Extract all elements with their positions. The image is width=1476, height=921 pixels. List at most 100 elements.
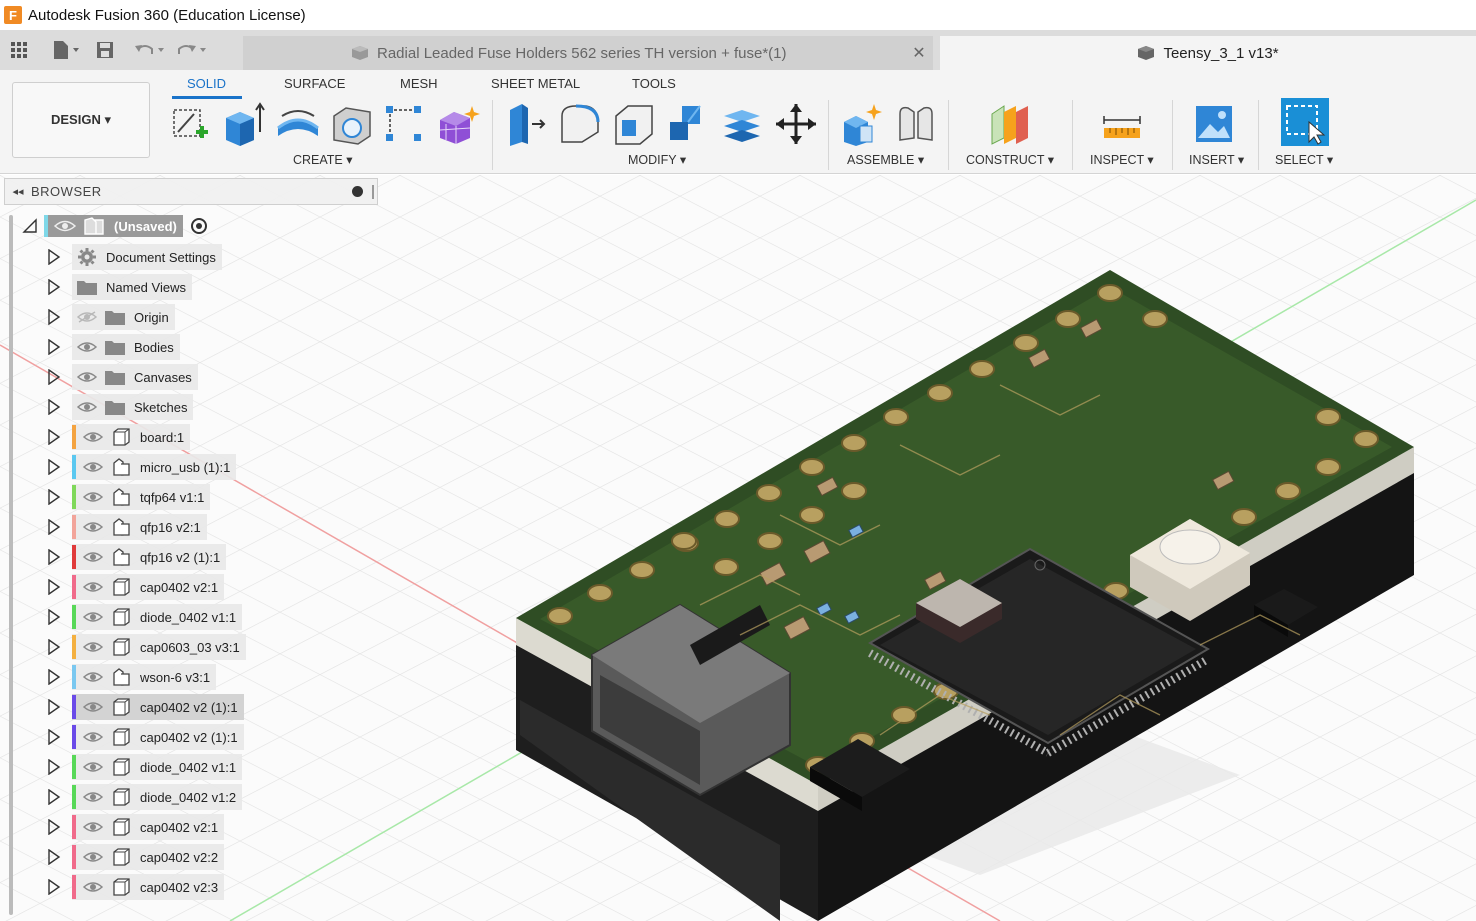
redo-icon[interactable]: [174, 35, 210, 65]
eye-icon[interactable]: [82, 609, 104, 625]
expand-triangle-icon[interactable]: [44, 697, 64, 717]
browser-node[interactable]: board:1: [72, 424, 191, 450]
expand-triangle-icon[interactable]: [44, 787, 64, 807]
browser-node[interactable]: cap0402 v2 (1):1: [72, 694, 244, 720]
expand-triangle-icon[interactable]: [44, 397, 64, 417]
collapse-panel-icon[interactable]: ◂◂: [5, 185, 31, 198]
create-sketch-icon[interactable]: [168, 102, 212, 146]
expand-triangle-icon[interactable]: [44, 847, 64, 867]
browser-node[interactable]: cap0402 v2:3: [72, 874, 225, 900]
minimize-panel-icon[interactable]: [352, 186, 363, 197]
browser-tree-row[interactable]: cap0402 v2 (1):1: [44, 724, 244, 750]
create-group-label[interactable]: CREATE ▾: [293, 152, 353, 167]
save-icon[interactable]: [90, 35, 120, 65]
browser-tree-row[interactable]: cap0402 v2:1: [44, 574, 225, 600]
browser-node[interactable]: qfp16 v2 (1):1: [72, 544, 227, 570]
expand-triangle-icon[interactable]: [44, 247, 64, 267]
expand-triangle-icon[interactable]: [44, 607, 64, 627]
expand-triangle-icon[interactable]: [44, 517, 64, 537]
rectangular-pattern-icon[interactable]: [382, 102, 426, 146]
browser-tree-row[interactable]: Origin: [44, 304, 175, 330]
browser-tree-row[interactable]: Document Settings: [44, 244, 222, 270]
combine-icon[interactable]: [666, 102, 710, 146]
select-group-label[interactable]: SELECT ▾: [1275, 152, 1333, 167]
shell-icon[interactable]: [330, 102, 374, 146]
eye-icon[interactable]: [82, 789, 104, 805]
expand-triangle-icon[interactable]: [44, 367, 64, 387]
eye-icon[interactable]: [82, 519, 104, 535]
eye-icon[interactable]: [82, 639, 104, 655]
browser-tree-row[interactable]: cap0402 v2:2: [44, 844, 225, 870]
eye-icon[interactable]: [54, 219, 76, 233]
browser-tree-row[interactable]: tqfp64 v1:1: [44, 484, 211, 510]
expand-triangle-icon[interactable]: [44, 637, 64, 657]
measure-icon[interactable]: [1100, 102, 1144, 146]
expand-triangle-icon[interactable]: [44, 727, 64, 747]
tab-mesh[interactable]: MESH: [400, 76, 438, 91]
browser-node[interactable]: cap0603_03 v3:1: [72, 634, 246, 660]
browser-node[interactable]: wson-6 v3:1: [72, 664, 217, 690]
eye-icon[interactable]: [82, 429, 104, 445]
eye-icon[interactable]: [76, 369, 98, 385]
browser-tree-row[interactable]: cap0402 v2:3: [44, 874, 225, 900]
eye-icon[interactable]: [82, 669, 104, 685]
browser-node[interactable]: tqfp64 v1:1: [72, 484, 211, 510]
document-tab-teensy[interactable]: Teensy_3_1 v13*: [940, 36, 1476, 70]
expand-triangle-icon[interactable]: [44, 457, 64, 477]
browser-node[interactable]: cap0402 v2:1: [72, 814, 225, 840]
close-tab-icon[interactable]: ✕: [905, 43, 933, 63]
expand-triangle-icon[interactable]: [44, 307, 64, 327]
eye-icon[interactable]: [82, 549, 104, 565]
browser-node[interactable]: cap0402 v2:1: [72, 574, 225, 600]
browser-tree-row[interactable]: diode_0402 v1:2: [44, 784, 243, 810]
activate-radio-icon[interactable]: [190, 218, 207, 234]
joint-icon[interactable]: [894, 102, 938, 146]
eye-icon[interactable]: [82, 699, 104, 715]
browser-node[interactable]: Sketches: [72, 394, 194, 420]
eye-icon[interactable]: [82, 879, 104, 895]
browser-node[interactable]: cap0402 v2:2: [72, 844, 225, 870]
create-form-icon[interactable]: [436, 102, 480, 146]
browser-node[interactable]: diode_0402 v1:2: [72, 784, 243, 810]
browser-node[interactable]: Document Settings: [72, 244, 222, 270]
browser-tree-row[interactable]: board:1: [44, 424, 191, 450]
browser-tree-row[interactable]: cap0402 v2 (1):1: [44, 694, 244, 720]
browser-tree-row[interactable]: diode_0402 v1:1: [44, 754, 243, 780]
move-copy-icon[interactable]: [774, 102, 818, 146]
inspect-group-label[interactable]: INSPECT ▾: [1090, 152, 1154, 167]
eye-icon[interactable]: [82, 759, 104, 775]
file-menu-icon[interactable]: [48, 35, 84, 65]
expand-triangle-icon[interactable]: [44, 427, 64, 447]
browser-node[interactable]: cap0402 v2 (1):1: [72, 724, 244, 750]
eye-icon[interactable]: [82, 489, 104, 505]
tab-surface[interactable]: SURFACE: [284, 76, 345, 91]
select-window-icon[interactable]: [1281, 98, 1329, 146]
new-component-icon[interactable]: [840, 102, 884, 146]
browser-tree-row[interactable]: cap0603_03 v3:1: [44, 634, 246, 660]
expand-triangle-icon[interactable]: [44, 877, 64, 897]
undo-icon[interactable]: [132, 35, 168, 65]
expand-triangle-icon[interactable]: [44, 817, 64, 837]
eye-icon[interactable]: [82, 819, 104, 835]
browser-node[interactable]: Named Views: [72, 274, 192, 300]
browser-node[interactable]: diode_0402 v1:1: [72, 754, 243, 780]
tab-solid[interactable]: SOLID: [187, 76, 226, 91]
expand-triangle-icon[interactable]: [44, 277, 64, 297]
browser-tree-row[interactable]: Named Views: [44, 274, 192, 300]
browser-tree-row[interactable]: Sketches: [44, 394, 194, 420]
browser-node[interactable]: Bodies: [72, 334, 180, 360]
browser-tree-row[interactable]: cap0402 v2:1: [44, 814, 225, 840]
browser-node[interactable]: Origin: [72, 304, 175, 330]
expand-triangle-icon[interactable]: [44, 667, 64, 687]
fillet-icon[interactable]: [558, 102, 602, 146]
eye-icon[interactable]: [76, 399, 98, 415]
expand-triangle-icon[interactable]: [44, 337, 64, 357]
expand-triangle-icon[interactable]: [44, 547, 64, 567]
eye-icon[interactable]: [82, 459, 104, 475]
browser-tree-row[interactable]: diode_0402 v1:1: [44, 604, 243, 630]
data-panel-grid-icon[interactable]: [4, 35, 34, 65]
insert-group-label[interactable]: INSERT ▾: [1189, 152, 1244, 167]
eye-icon[interactable]: [82, 849, 104, 865]
expand-triangle-icon[interactable]: [44, 577, 64, 597]
revolve-icon[interactable]: [276, 102, 320, 146]
